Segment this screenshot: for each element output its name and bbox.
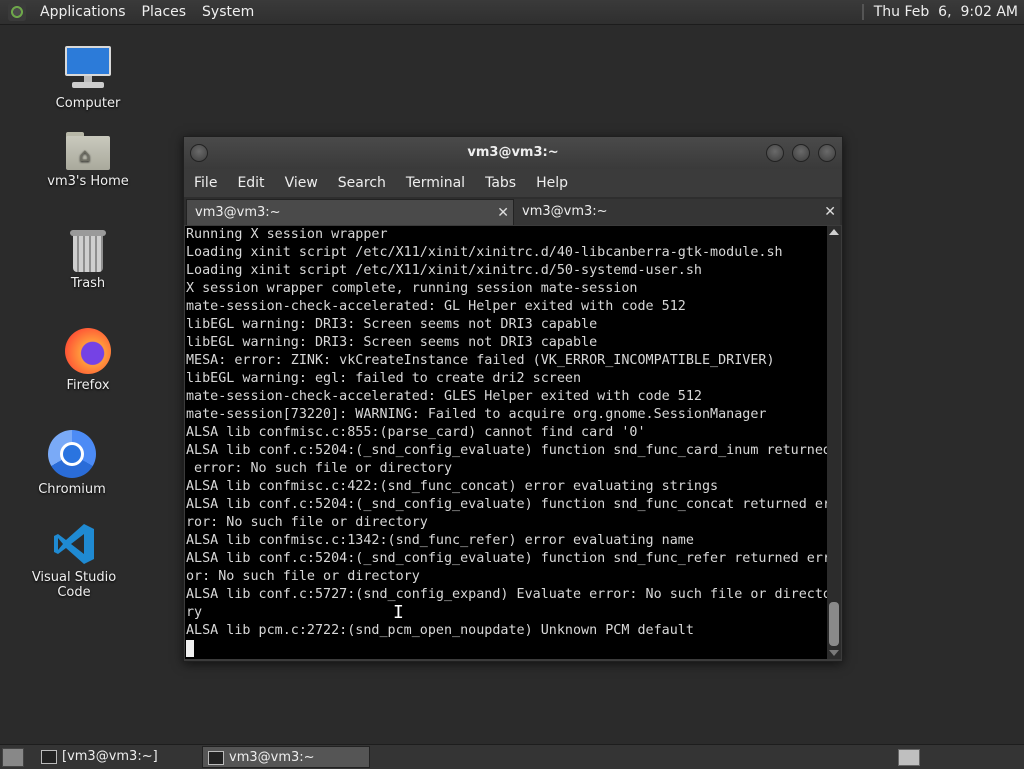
desktop-icon-label: Trash <box>70 276 106 291</box>
terminal-cursor <box>186 640 194 657</box>
terminal-line: ALSA lib confmisc.c:855:(parse_card) can… <box>186 425 646 440</box>
scrollbar-thumb[interactable] <box>829 602 839 646</box>
menu-view[interactable]: View <box>275 175 328 191</box>
terminal-line: Loading xinit script /etc/X11/xinit/xini… <box>186 263 702 278</box>
terminal-line: ALSA lib conf.c:5204:(_snd_config_evalua… <box>186 551 827 566</box>
taskbar-label: [vm3@vm3:~] <box>62 749 158 764</box>
firefox-icon <box>65 328 111 374</box>
scroll-down-icon[interactable] <box>829 650 839 656</box>
top-panel: Applications Places System Thu Feb 6, 9:… <box>0 0 1024 25</box>
menu-places[interactable]: Places <box>134 4 195 20</box>
close-tab-icon[interactable]: ✕ <box>824 199 836 225</box>
terminal-line: libEGL warning: DRI3: Screen seems not D… <box>186 317 598 332</box>
desktop-icon-label: Visual Studio Code <box>31 570 117 600</box>
minimize-button[interactable] <box>766 144 784 162</box>
window-titlebar[interactable]: vm3@vm3:~ <box>184 137 842 169</box>
menu-tabs[interactable]: Tabs <box>475 175 526 191</box>
workspace-switcher[interactable] <box>898 749 920 766</box>
desktop-icon-home[interactable]: ⌂ vm3's Home <box>28 130 148 189</box>
chromium-icon <box>48 430 96 478</box>
terminal-line: Loading xinit script /etc/X11/xinit/xini… <box>186 245 783 260</box>
close-tab-icon[interactable]: ✕ <box>497 200 509 226</box>
tab-2[interactable]: vm3@vm3:~ ✕ <box>514 199 840 225</box>
close-button[interactable] <box>818 144 836 162</box>
desktop-icon-label: Chromium <box>38 482 106 497</box>
maximize-button[interactable] <box>792 144 810 162</box>
computer-icon <box>64 46 112 92</box>
terminal-line: ALSA lib conf.c:5204:(_snd_config_evalua… <box>186 443 827 458</box>
bottom-panel: [vm3@vm3:~] vm3@vm3:~ <box>0 744 1024 769</box>
terminal-text: Running X session wrapper Loading xinit … <box>185 226 827 658</box>
desktop-icon-label: Firefox <box>66 378 110 393</box>
terminal-line: Running X session wrapper <box>186 227 388 242</box>
terminal-line: X session wrapper complete, running sess… <box>186 281 638 296</box>
desktop-icon-label: Computer <box>55 96 121 111</box>
desktop-icon-computer[interactable]: Computer <box>28 46 148 111</box>
menu-system[interactable]: System <box>194 4 262 20</box>
terminal-line: libEGL warning: DRI3: Screen seems not D… <box>186 335 598 350</box>
desktop-icon-trash[interactable]: Trash <box>28 230 148 291</box>
panel-separator <box>861 4 864 20</box>
menu-file[interactable]: File <box>184 175 227 191</box>
terminal-line: ry <box>186 605 203 620</box>
terminal-line: libEGL warning: egl: failed to create dr… <box>186 371 582 386</box>
menu-applications[interactable]: Applications <box>32 4 134 20</box>
terminal-line: ALSA lib conf.c:5204:(_snd_config_evalua… <box>186 497 827 512</box>
terminal-icon <box>41 750 57 764</box>
terminal-line: ror: No such file or directory <box>186 515 428 530</box>
terminal-scrollbar[interactable] <box>827 226 841 659</box>
terminal-line: mate-session-check-accelerated: GL Helpe… <box>186 299 686 314</box>
vscode-icon <box>52 522 96 566</box>
tab-label: vm3@vm3:~ <box>195 205 281 220</box>
mate-logo-icon[interactable] <box>8 3 26 21</box>
terminal-line: mate-session-check-accelerated: GLES Hel… <box>186 389 702 404</box>
window-title: vm3@vm3:~ <box>467 145 559 160</box>
terminal-line: mate-session[73220]: WARNING: Failed to … <box>186 407 767 422</box>
terminal-line: ALSA lib confmisc.c:422:(snd_func_concat… <box>186 479 719 494</box>
terminal-line: MESA: error: ZINK: vkCreateInstance fail… <box>186 353 775 368</box>
desktop-icon-label: vm3's Home <box>47 174 129 189</box>
trash-icon <box>70 230 106 272</box>
menu-edit[interactable]: Edit <box>227 175 274 191</box>
tab-label: vm3@vm3:~ <box>522 204 608 219</box>
terminal-output[interactable]: Running X session wrapper Loading xinit … <box>185 226 827 659</box>
taskbar-item-2[interactable]: vm3@vm3:~ <box>202 746 370 768</box>
menubar: File Edit View Search Terminal Tabs Help <box>184 169 842 197</box>
terminal-icon <box>208 751 224 765</box>
scroll-up-icon[interactable] <box>829 229 839 235</box>
terminal-line: or: No such file or directory <box>186 569 420 584</box>
terminal-line: ALSA lib pcm.c:2722:(snd_pcm_open_noupda… <box>186 623 694 638</box>
desktop-icon-firefox[interactable]: Firefox <box>28 328 148 393</box>
terminal-window: vm3@vm3:~ File Edit View Search Terminal… <box>183 136 843 662</box>
home-folder-icon: ⌂ <box>66 130 110 170</box>
clock[interactable]: Thu Feb 6, 9:02 AM <box>874 4 1024 20</box>
menu-terminal[interactable]: Terminal <box>396 175 475 191</box>
tab-1[interactable]: vm3@vm3:~ ✕ <box>186 199 514 225</box>
desktop-icon-chromium[interactable]: Chromium <box>12 430 132 497</box>
menu-help[interactable]: Help <box>526 175 578 191</box>
ibeam-cursor-icon: I <box>393 602 404 623</box>
show-desktop-icon[interactable] <box>2 748 24 767</box>
taskbar-item-1[interactable]: [vm3@vm3:~] <box>36 746 198 768</box>
terminal-line: ALSA lib conf.c:5727:(snd_config_expand)… <box>186 587 827 602</box>
terminal-line: ALSA lib confmisc.c:1342:(snd_func_refer… <box>186 533 694 548</box>
desktop-icon-vscode[interactable]: Visual Studio Code <box>14 522 134 600</box>
taskbar-label: vm3@vm3:~ <box>229 750 315 765</box>
menu-search[interactable]: Search <box>328 175 396 191</box>
tab-bar: vm3@vm3:~ ✕ vm3@vm3:~ ✕ <box>184 197 842 225</box>
terminal-line: error: No such file or directory <box>186 461 453 476</box>
